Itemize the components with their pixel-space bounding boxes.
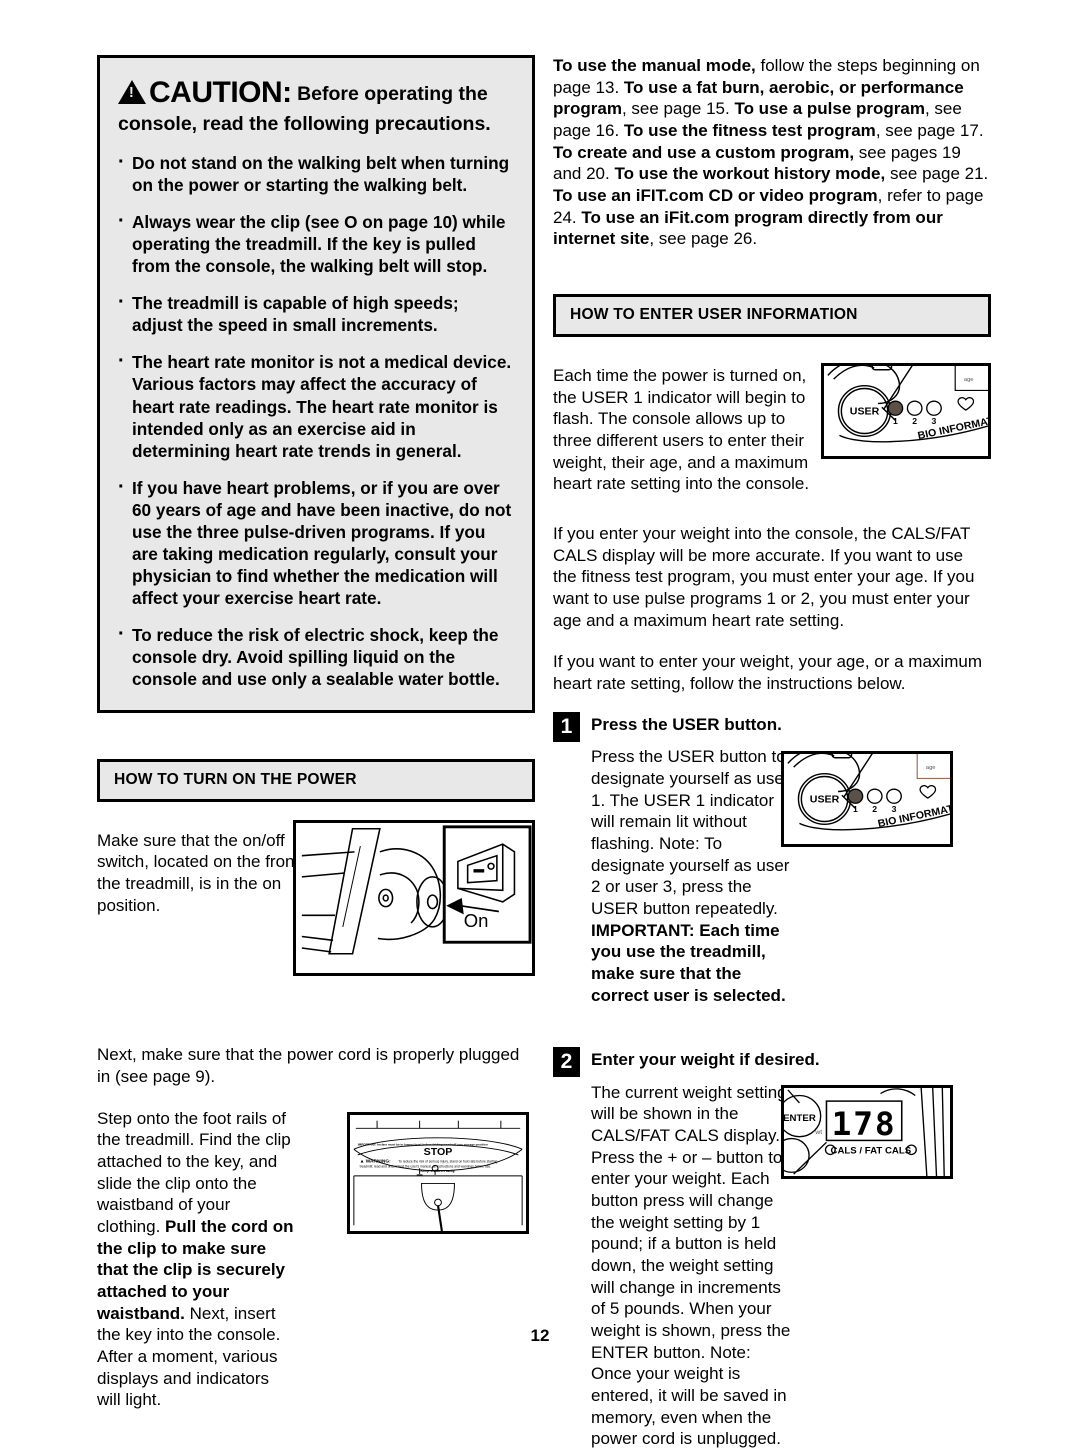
treadmill-stop-key-figure: STOP IMPORTANT: Incline must be in lowes…: [347, 1111, 529, 1234]
user-info-paragraph-1-block: Each time the power is turned on, the US…: [553, 365, 821, 495]
intro-segment-7: , see page 17.: [875, 121, 984, 141]
user-info-paragraph-1: Each time the power is turned on, the US…: [553, 366, 810, 494]
power-paragraph-3: Step onto the foot rails of the treadmil…: [97, 1108, 297, 1411]
power-paragraph-2: Next, make sure that the power cord is p…: [97, 1045, 520, 1087]
indicator-1-label: 1: [853, 804, 858, 814]
intro-segment-11: see page 21.: [885, 164, 989, 184]
right-column: To use the manual mode, follow the steps…: [553, 55, 991, 1450]
indicator-3-label: 3: [892, 804, 897, 814]
caution-bullet: The heart rate monitor is not a medical …: [118, 349, 514, 461]
manual-page: CAUTION: Before operating the console, r…: [0, 0, 1080, 1448]
heart-icon: [957, 397, 975, 411]
intro-paragraph: To use the manual mode, follow the steps…: [553, 55, 991, 250]
intro-segment-15: , see page 26.: [649, 229, 758, 249]
intro-segment-0: To use the manual mode,: [553, 56, 756, 75]
console-user-indicator-figure-2: USER 1 2 3 BIO INFORMAT age: [781, 751, 953, 848]
caution-bullet: The treadmill is capable of high speeds;…: [118, 290, 514, 336]
indicator-1-label: 1: [893, 416, 898, 426]
intro-segment-3: , see page 15.: [621, 99, 735, 119]
step-2-text-block: The current weight setting will be shown…: [591, 1082, 791, 1450]
left-column: CAUTION: Before operating the console, r…: [97, 55, 535, 1411]
user-button-label: USER: [810, 795, 840, 806]
caution-bullet: Do not stand on the walking belt when tu…: [118, 150, 514, 196]
clip-paragraph-block: Step onto the foot rails of the treadmil…: [97, 1108, 297, 1411]
step-1-heading: 1 Press the USER button.: [553, 711, 991, 742]
step-1-text-block: Press the USER button to designate yours…: [591, 746, 791, 1006]
treadmill-on-off-switch-figure: On: [293, 819, 535, 976]
step-2-body-row: The current weight setting will be shown…: [553, 1082, 991, 1450]
caution-heading: CAUTION: Before operating the console, r…: [118, 74, 514, 136]
indicator-3-label: 3: [932, 416, 937, 426]
intro-segment-6: To use the fitness test program: [623, 121, 876, 141]
stop-warning-text-2: treadmill; read and understand the user'…: [360, 1164, 492, 1168]
caution-label: CAUTION:: [149, 76, 292, 109]
wt-label: wt: [814, 1129, 822, 1136]
stop-important-text: IMPORTANT: Incline must be in lowest lev…: [358, 1142, 488, 1146]
section-header-power: HOW TO TURN ON THE POWER: [97, 758, 535, 802]
caution-bullet: Always wear the clip (see O on page 10) …: [118, 209, 514, 277]
intro-segment-12: To use an iFIT.com CD or video program: [553, 186, 878, 206]
intro-segment-10: To use the workout history mode,: [614, 164, 886, 184]
user-info-paragraph-2: If you enter your weight into the consol…: [553, 524, 975, 630]
warning-triangle-icon: [118, 80, 146, 104]
caution-bullet: If you have heart problems, or if you ar…: [118, 475, 514, 609]
user-button-label: USER: [850, 407, 880, 418]
indicator-2-label: 2: [912, 416, 917, 426]
enter-button-label: ENTER: [784, 1113, 816, 1124]
intro-segment-8: To create and use a custom program,: [553, 142, 855, 162]
step-1-number: 1: [553, 711, 580, 742]
power-paragraph-row: Make sure that the on/off switch, locate…: [97, 819, 535, 976]
heart-icon: [919, 785, 937, 799]
caution-bullet-list: Do not stand on the walking belt when tu…: [118, 150, 514, 690]
clip-paragraph-row: Step onto the foot rails of the treadmil…: [97, 1108, 535, 1411]
cals-fat-cals-label: CALS / FAT CALS: [830, 1145, 911, 1156]
step-2-heading: 2 Enter your weight if desired.: [553, 1047, 991, 1078]
step-2-number: 2: [553, 1047, 580, 1078]
age-label: age: [926, 765, 936, 771]
bio-information-label: BIO INFORMAT: [877, 804, 950, 830]
step-1-title: Press the USER button.: [591, 714, 782, 734]
bio-information-label: BIO INFORMAT: [917, 416, 988, 442]
step-1-text-part1: Press the USER button to designate yours…: [591, 747, 790, 918]
caution-bullet: To reduce the risk of electric shock, ke…: [118, 622, 514, 690]
page-number: 12: [530, 1326, 550, 1345]
stop-warning-text: To reduce the risk of serious injury, st…: [398, 1159, 497, 1163]
section-header-user-information: HOW TO ENTER USER INFORMATION: [553, 294, 991, 338]
user-info-paragraph-3: If you want to enter your weight, your a…: [553, 652, 982, 694]
step-1-text-bold: IMPORTANT: Each time you use the treadmi…: [591, 920, 786, 1005]
step-1-paragraph: Press the USER button to designate yours…: [591, 746, 791, 1006]
step-2-paragraph: The current weight setting will be shown…: [591, 1082, 791, 1449]
intro-segment-4: To use a pulse program: [734, 99, 925, 119]
caution-box: CAUTION: Before operating the console, r…: [97, 55, 535, 713]
step-1-body-row: Press the USER button to designate yours…: [553, 746, 991, 1006]
user-info-paragraph-row: Each time the power is turned on, the US…: [553, 363, 991, 495]
switch-on-label: On: [464, 910, 489, 931]
stop-keep-children: Keep children away.: [421, 1169, 456, 1173]
age-label: age: [964, 377, 974, 383]
stop-label: STOP: [424, 1146, 453, 1158]
weight-display-value: 178: [832, 1105, 897, 1142]
step-2-title: Enter your weight if desired.: [591, 1050, 820, 1070]
console-user-indicator-figure: USER 1 2 3 BIO INFORMAT age: [821, 363, 991, 460]
console-weight-display-figure: ENTER wt 178 CALS / FAT CALS: [781, 1084, 953, 1179]
indicator-2-label: 2: [872, 804, 877, 814]
